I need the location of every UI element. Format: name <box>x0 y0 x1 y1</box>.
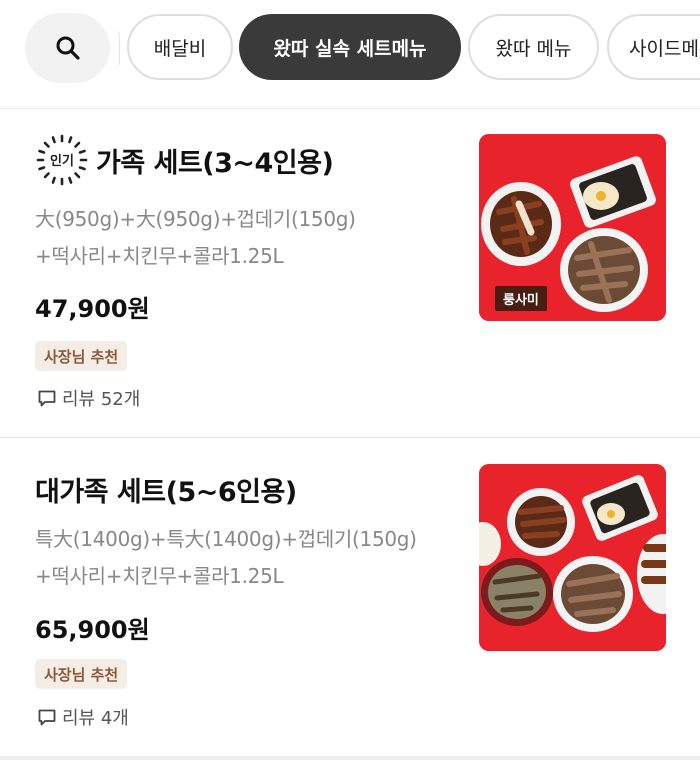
food-photo-image <box>479 464 666 651</box>
tab-main-menu[interactable]: 왔따 메뉴 <box>468 14 599 80</box>
description-line: +떡사리+치킨무+콜라1.25L <box>35 564 284 588</box>
popular-badge-label: 인기 <box>50 153 74 169</box>
category-tab-bar: 배달비 왔따 실속 세트메뉴 왔따 메뉴 사이드메뉴 <box>0 0 700 108</box>
menu-item-description: 특大(1400g)+특大(1400g)+껍데기(150g) +떡사리+치킨무+콜… <box>35 521 455 595</box>
menu-item-title-row: 대가족 세트(5~6인용) <box>35 470 297 509</box>
tab-value-set-menu[interactable]: 왔따 실속 세트메뉴 <box>239 14 461 80</box>
description-line: 大(950g)+大(950g)+껍데기(150g) <box>35 207 356 231</box>
menu-item-title-row: 인기 가족 세트(3~4인용) <box>35 133 334 187</box>
review-count: 리뷰 52개 <box>37 385 140 411</box>
speech-bubble-icon <box>38 709 56 726</box>
owner-recommend-badge: 사장님 추천 <box>35 659 128 689</box>
speech-bubble-icon <box>38 390 56 407</box>
menu-item-photo[interactable] <box>479 464 666 651</box>
menu-item[interactable]: 인기 가족 세트(3~4인용) 大(950g)+大(950g)+껍데기(150g… <box>0 109 700 437</box>
description-line: +떡사리+치킨무+콜라1.25L <box>35 244 284 268</box>
menu-item-title: 가족 세트(3~4인용) <box>96 147 334 179</box>
menu-item-description: 大(950g)+大(950g)+껍데기(150g) +떡사리+치킨무+콜라1.2… <box>35 201 455 275</box>
tab-side-menu[interactable]: 사이드메뉴 <box>607 14 700 80</box>
menu-item-title: 대가족 세트(5~6인용) <box>35 477 297 508</box>
popular-badge-icon: 인기 <box>36 134 88 186</box>
menu-item-price: 65,900원 <box>35 616 150 644</box>
scroll-divider <box>114 30 120 68</box>
review-count-label: 리뷰 52개 <box>62 389 141 410</box>
menu-item-price: 47,900원 <box>35 295 150 323</box>
search-button[interactable] <box>25 13 110 83</box>
review-count-label: 리뷰 4개 <box>62 708 129 729</box>
description-line: 특大(1400g)+특大(1400g)+껍데기(150g) <box>35 527 417 551</box>
menu-item[interactable]: 대가족 세트(5~6인용) 특大(1400g)+특大(1400g)+껍데기(15… <box>0 438 700 756</box>
search-icon <box>56 36 80 60</box>
review-count: 리뷰 4개 <box>37 704 129 730</box>
divider <box>0 756 700 760</box>
menu-item-photo[interactable]: 룽사미 <box>479 134 666 321</box>
tab-delivery-fee[interactable]: 배달비 <box>127 14 233 80</box>
owner-recommend-badge: 사장님 추천 <box>35 341 128 371</box>
photo-brand-label: 룽사미 <box>495 286 547 311</box>
